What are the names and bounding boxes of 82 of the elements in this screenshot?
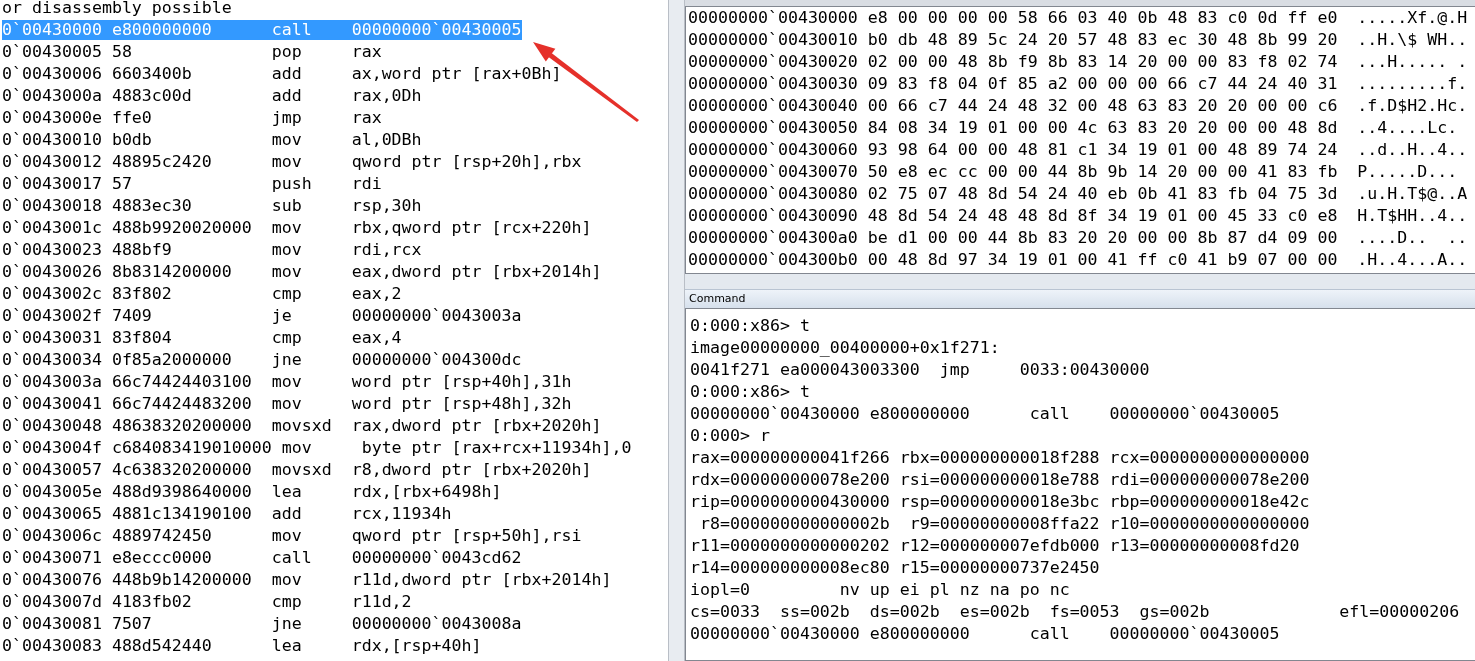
memory-address: 00000000`004300a0 bbox=[688, 227, 858, 249]
disassembly-line[interactable]: 0`0043007d 4183fb02 cmp r11d,2 bbox=[2, 592, 412, 612]
memory-address: 00000000`004300b0 bbox=[688, 249, 858, 271]
hex-bytes: e8 00 00 00 00 58 66 03 40 0b 48 83 c0 0d ff e0 bbox=[867, 7, 1338, 29]
memory-address: 00000000`00430090 bbox=[688, 205, 858, 227]
disassembly-line[interactable]: 0`00430031 83f804 cmp eax,4 bbox=[2, 328, 402, 348]
command-output-line: iopl=0 nv up ei pl nz na po nc bbox=[690, 579, 1071, 601]
hex-bytes: 02 00 00 48 8b f9 8b 83 14 20 00 00 83 f8 02 74 bbox=[867, 51, 1338, 73]
disassembly-line[interactable]: 0`0043004f c684083419010000 mov byte ptr [rax+rcx+11934h],0 bbox=[2, 438, 632, 458]
hex-bytes: 50 e8 ec cc 00 00 44 8b 9b 14 20 00 00 41 83 fb bbox=[867, 161, 1338, 183]
command-output-line: 0:000:x86> t bbox=[690, 381, 811, 403]
ascii-text: .....Xf.@.H bbox=[1357, 7, 1468, 29]
disassembly-line[interactable]: 0`00430034 0f85a2000000 jne 00000000`004300dc bbox=[2, 350, 522, 370]
command-output-line: r8=000000000000002b r9=00000000008ffa22 r10=0000000000000000 bbox=[699, 513, 1311, 535]
disassembly-line[interactable]: 0`00430005 58 pop rax bbox=[2, 42, 382, 62]
disassembly-line[interactable]: 0`00430057 4c638320200000 movsxd r8,dword ptr [rbx+2020h] bbox=[2, 460, 592, 480]
disassembly-line[interactable]: 0`00430065 4881c134190100 add rcx,11934h bbox=[2, 504, 452, 524]
ascii-text: P.....D... bbox=[1357, 161, 1458, 183]
hex-bytes: 00 48 8d 97 34 19 01 00 41 ff c0 41 b9 07 00 00 bbox=[867, 249, 1338, 271]
command-output-line: rip=0000000000430000 rsp=000000000018e3bc rbp=000000000018e42c bbox=[690, 491, 1311, 513]
hex-bytes: 02 75 07 48 8d 54 24 40 eb 0b 41 83 fb 04 75 3d bbox=[867, 183, 1338, 205]
memory-address: 00000000`00430060 bbox=[688, 139, 858, 161]
command-output-line: 0041f271 ea000043003300 jmp 0033:00430000 bbox=[690, 359, 1151, 381]
ascii-text: ...H..... . bbox=[1357, 51, 1468, 73]
command-output-line: 0:000> r bbox=[690, 425, 771, 447]
memory-address: 00000000`00430010 bbox=[688, 29, 858, 51]
ascii-text: ....D.. .. bbox=[1357, 227, 1468, 249]
pane-splitter[interactable] bbox=[668, 0, 685, 661]
memory-address: 00000000`00430080 bbox=[688, 183, 858, 205]
command-output-line: 0:000:x86> t bbox=[690, 315, 811, 337]
disassembly-line[interactable]: 0`00430048 48638320200000 movsxd rax,dword ptr [rbx+2020h] bbox=[2, 416, 602, 436]
ascii-text: .f.D$H2.Hc. bbox=[1357, 95, 1468, 117]
memory-address: 00000000`00430040 bbox=[688, 95, 858, 117]
disassembly-line[interactable]: 0`00430026 8b8314200000 mov eax,dword ptr [rbx+2014h] bbox=[2, 262, 602, 282]
memory-address: 00000000`00430020 bbox=[688, 51, 858, 73]
command-title-bar: Command bbox=[685, 289, 1475, 308]
hex-bytes: 09 83 f8 04 0f 85 a2 00 00 00 66 c7 44 24 40 31 bbox=[867, 73, 1338, 95]
memory-address: 00000000`00430000 bbox=[688, 7, 858, 29]
disassembly-line[interactable]: 0`00430018 4883ec30 sub rsp,30h bbox=[2, 196, 422, 216]
ascii-text: .H..4...A.. bbox=[1357, 249, 1468, 271]
disassembly-line[interactable]: 0`0043001c 488b9920020000 mov rbx,qword ptr [rcx+220h] bbox=[2, 218, 592, 238]
command-output-line: cs=0033 ss=002b ds=002b es=002b fs=0053 gs=002b efl=00000206 bbox=[690, 601, 1461, 623]
disassembly-line[interactable]: 0`00430081 7507 jne 00000000`0043008a bbox=[2, 614, 522, 634]
disassembly-line[interactable]: 0`0043000e ffe0 jmp rax bbox=[2, 108, 382, 128]
disassembly-line[interactable]: 0`0043005e 488d9398640000 lea rdx,[rbx+6498h] bbox=[2, 482, 502, 502]
hex-bytes: 93 98 64 00 00 48 81 c1 34 19 01 00 48 89 74 24 bbox=[867, 139, 1338, 161]
disassembly-line[interactable]: 0`0043003a 66c74424403100 mov word ptr [rsp+40h],31h bbox=[2, 372, 572, 392]
command-output-line: rdx=000000000078e200 rsi=000000000018e788 rdi=000000000078e200 bbox=[690, 469, 1311, 491]
disassembly-line[interactable]: 0`00430071 e8eccc0000 call 00000000`0043cd62 bbox=[2, 548, 522, 568]
disassembly-line[interactable]: 0`00430012 48895c2420 mov qword ptr [rsp+20h],rbx bbox=[2, 152, 582, 172]
ascii-text: ..4....Lc. bbox=[1357, 117, 1458, 139]
disassembly-line[interactable]: 0`00430076 448b9b14200000 mov r11d,dword ptr [rbx+2014h] bbox=[2, 570, 612, 590]
disassembly-line[interactable]: 0`00430041 66c74424483200 mov word ptr [rsp+48h],32h bbox=[2, 394, 572, 414]
ascii-text: ..d..H..4.. bbox=[1357, 139, 1468, 161]
command-output-line: 00000000`00430000 e800000000 call 00000000`00430005 bbox=[690, 623, 1281, 645]
hex-bytes: b0 db 48 89 5c 24 20 57 48 83 ec 30 48 8b 99 20 bbox=[867, 29, 1338, 51]
memory-address: 00000000`00430050 bbox=[688, 117, 858, 139]
ascii-text: H.T$HH..4.. bbox=[1357, 205, 1468, 227]
disassembly-line[interactable]: 0`00430010 b0db mov al,0DBh bbox=[2, 130, 422, 150]
ascii-text: .........f. bbox=[1357, 73, 1468, 95]
disassembly-line[interactable]: 0`0043002f 7409 je 00000000`0043003a bbox=[2, 306, 522, 326]
memory-address: 00000000`00430030 bbox=[688, 73, 858, 95]
command-output-line: rax=000000000041f266 rbx=000000000018f288 rcx=0000000000000000 bbox=[690, 447, 1311, 469]
command-output-line: r14=000000000008ec80 r15=00000000737e2450 bbox=[690, 557, 1101, 579]
hex-bytes: 00 66 c7 44 24 48 32 00 48 63 83 20 20 00 00 c6 bbox=[867, 95, 1338, 117]
hex-bytes: 48 8d 54 24 48 48 8d 8f 34 19 01 00 45 33 c0 e8 bbox=[867, 205, 1338, 227]
disassembly-line[interactable]: 0`00430006 6603400b add ax,word ptr [rax+0Bh] bbox=[2, 64, 562, 84]
disassembly-line[interactable]: 0`00430017 57 push rdi bbox=[2, 174, 382, 194]
disassembly-line[interactable]: 0`0043002c 83f802 cmp eax,2 bbox=[2, 284, 402, 304]
hex-bytes: 84 08 34 19 01 00 00 4c 63 83 20 20 00 00 48 8d bbox=[867, 117, 1338, 139]
disassembly-line[interactable]: 0`0043006c 4889742450 mov qword ptr [rsp+50h],rsi bbox=[2, 526, 582, 546]
disassembly-line[interactable]: 0`0043000a 4883c00d add rax,0Dh bbox=[2, 86, 422, 106]
command-output-line: 00000000`00430000 e800000000 call 00000000`00430005 bbox=[690, 403, 1281, 425]
memory-address: 00000000`00430070 bbox=[688, 161, 858, 183]
disassembly-header: or disassembly possible bbox=[2, 0, 233, 19]
ascii-text: .u.H.T$@..A bbox=[1357, 183, 1468, 205]
hex-bytes: be d1 00 00 44 8b 83 20 20 00 00 8b 87 d4 09 00 bbox=[867, 227, 1338, 249]
disassembly-line[interactable]: 0`00430023 488bf9 mov rdi,rcx bbox=[2, 240, 422, 260]
ascii-text: ..H.\$ WH.. bbox=[1357, 29, 1468, 51]
command-output-line: image00000000_00400000+0x1f271: bbox=[690, 337, 1001, 359]
command-output-line: r11=0000000000000202 r12=000000007efdb000 r13=00000000008fd20 bbox=[690, 535, 1301, 557]
disassembly-line[interactable]: 0`00430083 488d542440 lea rdx,[rsp+40h] bbox=[2, 636, 482, 656]
